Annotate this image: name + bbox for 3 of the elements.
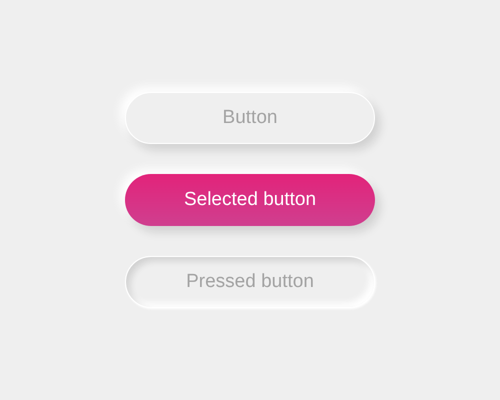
- button[interactable]: Pressed button: [125, 256, 375, 308]
- button[interactable]: Selected button: [125, 174, 375, 226]
- button[interactable]: Button: [125, 92, 375, 144]
